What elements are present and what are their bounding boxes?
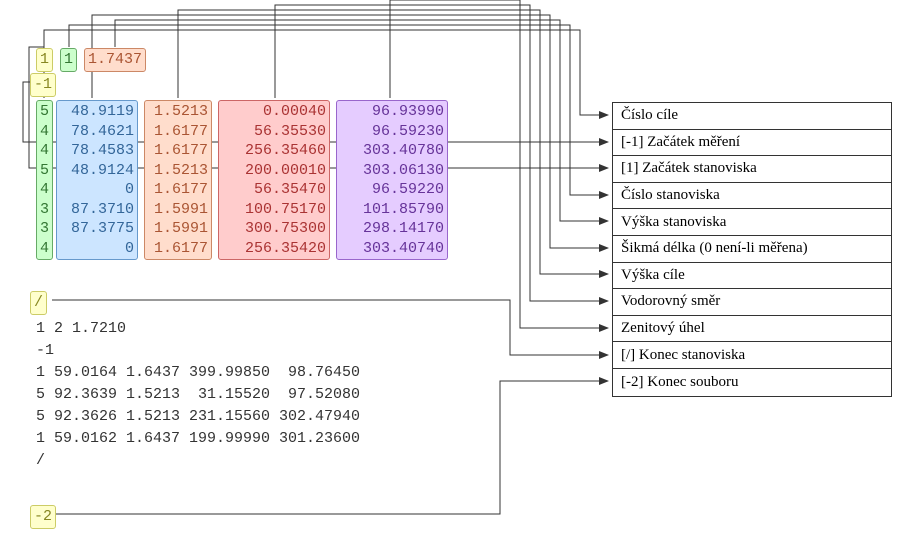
token-station-height: 1.7437: [84, 48, 146, 72]
token-start-measure: -1: [30, 73, 56, 97]
legend-row: Výška cíle: [613, 263, 891, 290]
legend-row: [/] Konec stanoviska: [613, 342, 891, 369]
plain-data-block: 1 2 1.7210 -1 1 59.0164 1.6437 399.99850…: [36, 318, 360, 472]
legend-row: Vodorovný směr: [613, 289, 891, 316]
col-target-id: 5 4 4 5 4 3 3 4: [36, 100, 53, 260]
col-slope-dist: 48.9119 78.4621 78.4583 48.9124 0 87.371…: [56, 100, 138, 260]
legend-row: Výška stanoviska: [613, 209, 891, 236]
legend-row: Číslo stanoviska: [613, 183, 891, 210]
col-target-height: 1.5213 1.6177 1.6177 1.5213 1.6177 1.599…: [144, 100, 212, 260]
col-horiz: 0.00040 56.35530 256.35460 200.00010 56.…: [218, 100, 330, 260]
token-file-end: -2: [30, 505, 56, 529]
legend-row: Zenitový úhel: [613, 316, 891, 343]
token-station-start: 1: [36, 48, 53, 72]
token-station-end: /: [30, 291, 47, 315]
legend-row: Šikmá délka (0 není-li měřena): [613, 236, 891, 263]
legend-row: [-2] Konec souboru: [613, 369, 891, 396]
legend-table: Číslo cíle [-1] Začátek měření [1] Začát…: [612, 102, 892, 397]
legend-row: [1] Začátek stanoviska: [613, 156, 891, 183]
col-zenith: 96.93990 96.59230 303.40780 303.06130 96…: [336, 100, 448, 260]
token-station-num: 1: [60, 48, 77, 72]
legend-row: [-1] Začátek měření: [613, 130, 891, 157]
legend-row: Číslo cíle: [613, 103, 891, 130]
